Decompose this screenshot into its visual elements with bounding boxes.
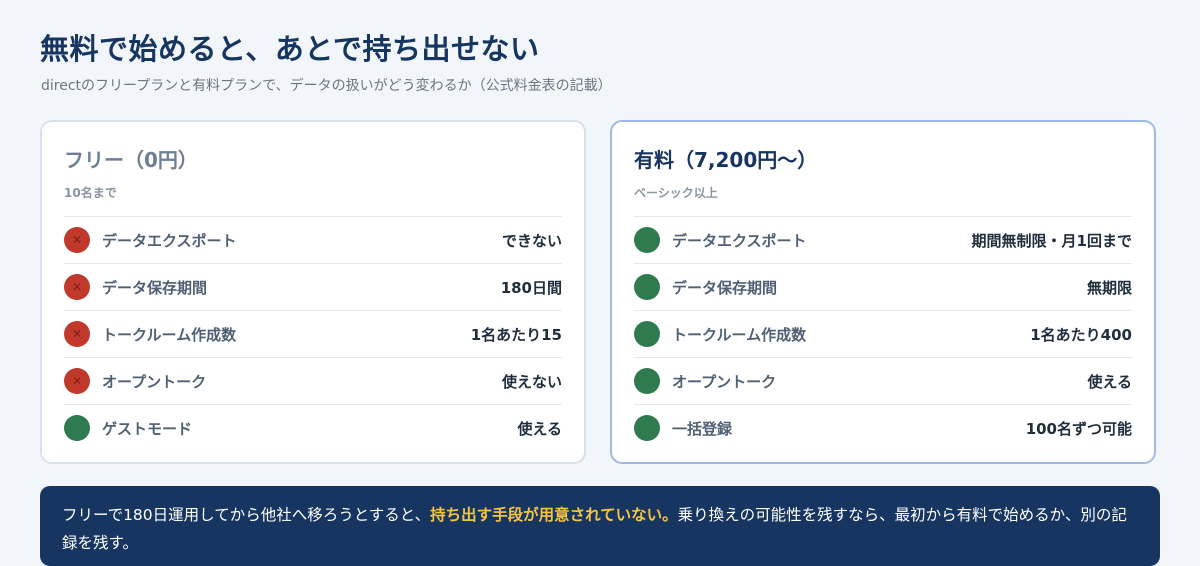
free-plan-subtitle: 10名まで — [64, 186, 117, 200]
feature-value: 使える — [517, 419, 562, 438]
feature-label: 一括登録 — [672, 419, 733, 438]
feature-label: ゲストモード — [102, 419, 193, 438]
feature-row: ✕ データエクスポート できない — [64, 216, 562, 263]
banner-text-before: フリーで180日運用してから他社へ移ろうとすると、 — [62, 506, 431, 524]
x-icon: ✕ — [64, 274, 90, 300]
x-icon: ✕ — [64, 368, 90, 394]
circle-icon: ○ — [634, 415, 660, 441]
feature-value: 1名あたり400 — [1030, 325, 1132, 344]
feature-label: データエクスポート — [102, 231, 237, 250]
feature-row: ○ オープントーク 使える — [634, 357, 1132, 404]
paid-plan-subtitle: ベーシック以上 — [634, 186, 718, 200]
feature-label: データエクスポート — [672, 231, 807, 250]
paid-plan-feature-list: ○ データエクスポート 期間無制限・月1回まで ○ データ保存期間 無期限 ○ … — [634, 216, 1132, 451]
circle-icon: ○ — [634, 274, 660, 300]
free-plan-title: フリー（0円） — [64, 148, 198, 172]
feature-value: 180日間 — [500, 278, 562, 297]
feature-label: オープントーク — [672, 372, 777, 391]
page-subtitle: directのフリープランと有料プランで、データの扱いがどう変わるか（公式料金表… — [41, 78, 612, 94]
feature-label: トークルーム作成数 — [102, 325, 237, 344]
circle-icon: ○ — [634, 227, 660, 253]
circle-icon: ○ — [64, 415, 90, 441]
x-icon: ✕ — [64, 321, 90, 347]
feature-label: データ保存期間 — [102, 278, 208, 297]
free-plan-card: フリー（0円） 10名まで ✕ データエクスポート できない ✕ データ保存期間… — [40, 120, 586, 464]
feature-row: ○ ゲストモード 使える — [64, 404, 562, 451]
summary-banner: フリーで180日運用してから他社へ移ろうとすると、持ち出す手段が用意されていない… — [40, 486, 1160, 566]
feature-label: トークルーム作成数 — [672, 325, 807, 344]
feature-row: ○ データ保存期間 無期限 — [634, 263, 1132, 310]
feature-row: ✕ トークルーム作成数 1名あたり15 — [64, 310, 562, 357]
paid-plan-title: 有料（7,200円〜） — [634, 148, 818, 172]
circle-icon: ○ — [634, 368, 660, 394]
circle-icon: ○ — [634, 321, 660, 347]
x-icon: ✕ — [64, 227, 90, 253]
feature-row: ○ 一括登録 100名ずつ可能 — [634, 404, 1132, 451]
feature-value: 使えない — [501, 372, 562, 391]
feature-label: オープントーク — [102, 372, 207, 391]
feature-label: データ保存期間 — [672, 278, 778, 297]
feature-value: できない — [501, 231, 562, 250]
feature-value: 1名あたり15 — [470, 325, 562, 344]
feature-row: ○ データエクスポート 期間無制限・月1回まで — [634, 216, 1132, 263]
free-plan-feature-list: ✕ データエクスポート できない ✕ データ保存期間 180日間 ✕ トークルー… — [64, 216, 562, 451]
feature-row: ✕ オープントーク 使えない — [64, 357, 562, 404]
page-title: 無料で始めると、あとで持ち出せない — [40, 32, 540, 66]
feature-value: 無期限 — [1086, 278, 1132, 297]
feature-value: 使える — [1087, 372, 1132, 391]
banner-highlight: 持ち出す手段が用意されていない。 — [430, 506, 678, 524]
feature-value: 期間無制限・月1回まで — [971, 231, 1132, 250]
paid-plan-card: 有料（7,200円〜） ベーシック以上 ○ データエクスポート 期間無制限・月1… — [610, 120, 1156, 464]
feature-row: ○ トークルーム作成数 1名あたり400 — [634, 310, 1132, 357]
feature-value: 100名ずつ可能 — [1025, 419, 1132, 438]
feature-row: ✕ データ保存期間 180日間 — [64, 263, 562, 310]
